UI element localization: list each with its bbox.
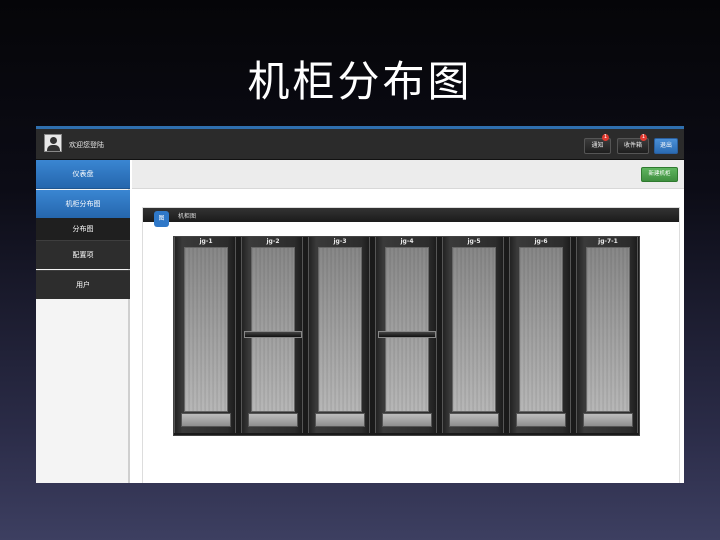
rack-base: [315, 413, 365, 427]
panel-header: 图 机柜图: [143, 208, 679, 227]
panel-title: 机柜图: [178, 213, 197, 220]
rack-server-unit[interactable]: [244, 331, 302, 338]
rack-label: jg-4: [400, 238, 414, 245]
rack-base: [449, 413, 499, 427]
sidebar-subitem-distribution[interactable]: 分布图: [36, 218, 130, 240]
sidebar-item-rack-layout[interactable]: 机柜分布图: [36, 190, 130, 218]
rack-door: [251, 247, 295, 412]
rack-base: [583, 413, 633, 427]
welcome-text: 欢迎您登陆: [69, 141, 104, 149]
avatar-head-shape: [50, 137, 57, 144]
rack-jg-2[interactable]: jg-2: [241, 237, 303, 433]
logout-label: 退出: [659, 142, 672, 149]
rack-door: [318, 247, 362, 412]
top-navbar: 欢迎您登陆 通知 1 收件箱 1 退出: [36, 129, 684, 160]
logout-button[interactable]: 退出: [654, 138, 678, 154]
content-toolbar: 新建机柜: [132, 160, 684, 189]
rack-label: jg-1: [199, 238, 213, 245]
sidebar: 仪表盘 机柜分布图 分布图 配置项 用户: [36, 160, 130, 483]
rack-door: [519, 247, 563, 412]
sidebar-item-users[interactable]: 用户: [36, 270, 130, 299]
app-screenshot: 欢迎您登陆 通知 1 收件箱 1 退出 仪表盘 机柜分布图 分布图 配置项 用户…: [36, 126, 684, 483]
rack-door: [385, 247, 429, 412]
rack-base: [248, 413, 298, 427]
rack-label: jg-7-1: [598, 238, 618, 245]
rack-base: [382, 413, 432, 427]
avatar[interactable]: [44, 134, 62, 152]
rack-jg-6[interactable]: jg-6: [509, 237, 571, 433]
rack-jg-7-1[interactable]: jg-7-1: [576, 237, 638, 433]
rack-diagram: jg-1 jg-2 jg-3 jg-4 jg-5 jg-6 jg-7-1: [173, 236, 640, 436]
rack-panel: 图 机柜图 jg-1 jg-2 jg-3 jg-4 jg-5 jg-6 jg-7…: [142, 207, 680, 483]
inbox-label: 收件箱: [623, 142, 642, 149]
inbox-badge: 1: [640, 134, 647, 141]
notice-button[interactable]: 通知 1: [584, 134, 611, 154]
rack-server-unit[interactable]: [378, 331, 436, 338]
chart-icon: 图: [154, 211, 169, 227]
sidebar-item-dashboard[interactable]: 仪表盘: [36, 160, 130, 189]
notice-label: 通知: [591, 142, 604, 149]
rack-jg-5[interactable]: jg-5: [442, 237, 504, 433]
notice-badge: 1: [602, 134, 609, 141]
rack-label: jg-5: [467, 238, 481, 245]
rack-base: [181, 413, 231, 427]
rack-jg-3[interactable]: jg-3: [308, 237, 370, 433]
rack-label: jg-6: [534, 238, 548, 245]
slide-title: 机柜分布图: [247, 57, 473, 106]
rack-base: [516, 413, 566, 427]
rack-door: [452, 247, 496, 412]
rack-label: jg-3: [333, 238, 347, 245]
rack-door: [586, 247, 630, 412]
rack-jg-4[interactable]: jg-4: [375, 237, 437, 433]
inbox-button[interactable]: 收件箱 1: [617, 134, 649, 154]
sidebar-item-config[interactable]: 配置项: [36, 240, 130, 269]
rack-jg-1[interactable]: jg-1: [174, 237, 236, 433]
rack-door: [184, 247, 228, 412]
rack-label: jg-2: [266, 238, 280, 245]
avatar-body-shape: [47, 145, 60, 151]
new-rack-button[interactable]: 新建机柜: [641, 167, 678, 182]
